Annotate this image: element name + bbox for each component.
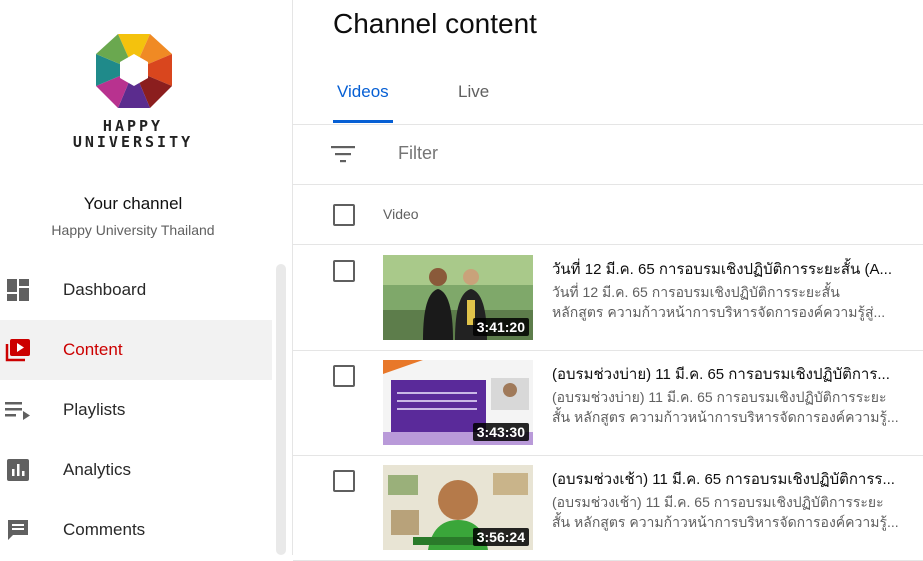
sidebar-item-content[interactable]: Content (0, 320, 272, 380)
sidebar-item-label: Content (63, 340, 123, 359)
filter-bar (293, 125, 923, 185)
video-description: (อบรมช่วงเช้า) 11 มี.ค. 65 การอบรมเชิงปฏ… (552, 492, 902, 532)
page-title: Channel content (333, 8, 537, 39)
column-header-video: Video (383, 206, 419, 222)
filter-input[interactable] (398, 143, 798, 164)
analytics-icon (5, 457, 31, 483)
table-row[interactable]: 3:41:20 วันที่ 12 มี.ค. 65 การอบรมเชิงปฏ… (293, 245, 923, 351)
video-description: (อบรมช่วงบ่าย) 11 มี.ค. 65 การอบรมเชิงปฏ… (552, 387, 902, 427)
select-all-checkbox[interactable] (333, 204, 355, 226)
table-row[interactable]: 3:56:24 (อบรมช่วงเช้า) 11 มี.ค. 65 การอบ… (293, 455, 923, 561)
filter-icon[interactable] (331, 145, 355, 163)
table-row[interactable]: 3:43:30 (อบรมช่วงบ่าย) 11 มี.ค. 65 การอบ… (293, 350, 923, 456)
sidebar-item-label: Playlists (63, 400, 126, 419)
row-checkbox[interactable] (333, 470, 355, 492)
sidebar-item-label: Dashboard (63, 280, 147, 299)
video-thumbnail[interactable]: 3:41:20 (383, 255, 533, 340)
channel-name: Happy University Thailand (51, 222, 215, 238)
dashboard-icon (5, 277, 31, 303)
sidebar-nav: Dashboard Content Playlists Analytics Co… (0, 260, 272, 560)
content-tabs: Videos Live (293, 64, 923, 125)
video-thumbnail[interactable]: 3:43:30 (383, 360, 533, 445)
video-thumbnail[interactable]: 3:56:24 (383, 465, 533, 550)
sidebar-item-analytics[interactable]: Analytics (0, 440, 272, 500)
sidebar-item-label: Analytics (63, 460, 132, 479)
logo-wordmark: HAPPY UNIVERSITY (60, 118, 206, 150)
video-title[interactable]: (อบรมช่วงเช้า) 11 มี.ค. 65 การอบรมเชิงปฏ… (552, 467, 912, 491)
main-content: Channel content Videos Live Video (293, 0, 923, 561)
playlists-icon (5, 397, 31, 423)
sidebar-item-playlists[interactable]: Playlists (0, 380, 272, 440)
video-title[interactable]: วันที่ 12 มี.ค. 65 การอบรมเชิงปฏิบัติการ… (552, 257, 912, 281)
channel-logo[interactable] (96, 32, 172, 108)
tab-live[interactable]: Live (458, 82, 489, 102)
sidebar-item-dashboard[interactable]: Dashboard (0, 260, 272, 320)
video-title[interactable]: (อบรมช่วงบ่าย) 11 มี.ค. 65 การอบรมเชิงปฏ… (552, 362, 912, 386)
table-header: Video (293, 185, 923, 245)
sidebar-item-comments[interactable]: Comments (0, 500, 272, 560)
description-line: หลักสูตร ความก้าวหน้าการบริหารจัดการองค์… (552, 304, 886, 320)
logo-line-1: HAPPY (102, 117, 164, 135)
logo-line-2: UNIVERSITY (72, 133, 194, 151)
content-icon (5, 337, 31, 363)
description-line: วันที่ 12 มี.ค. 65 การอบรมเชิงปฏิบัติการ… (552, 284, 840, 300)
comments-icon (5, 517, 31, 543)
sidebar: HAPPY UNIVERSITY Your channel Happy Univ… (0, 0, 293, 555)
row-checkbox[interactable] (333, 260, 355, 282)
description-line: สั้น หลักสูตร ความก้าวหน้าการบริหารจัดกา… (552, 514, 899, 530)
video-duration: 3:43:30 (472, 423, 529, 441)
sidebar-scrollbar[interactable] (276, 264, 286, 555)
video-description: วันที่ 12 มี.ค. 65 การอบรมเชิงปฏิบัติการ… (552, 282, 902, 322)
row-checkbox[interactable] (333, 365, 355, 387)
description-line: (อบรมช่วงบ่าย) 11 มี.ค. 65 การอบรมเชิงปฏ… (552, 389, 887, 405)
video-duration: 3:41:20 (472, 318, 529, 336)
description-line: (อบรมช่วงเช้า) 11 มี.ค. 65 การอบรมเชิงปฏ… (552, 494, 884, 510)
tab-videos[interactable]: Videos (337, 82, 389, 102)
your-channel-label: Your channel (83, 194, 183, 213)
sidebar-item-label: Comments (63, 520, 146, 539)
video-duration: 3:56:24 (472, 528, 529, 546)
active-tab-indicator (333, 120, 393, 123)
description-line: สั้น หลักสูตร ความก้าวหน้าการบริหารจัดกา… (552, 409, 899, 425)
